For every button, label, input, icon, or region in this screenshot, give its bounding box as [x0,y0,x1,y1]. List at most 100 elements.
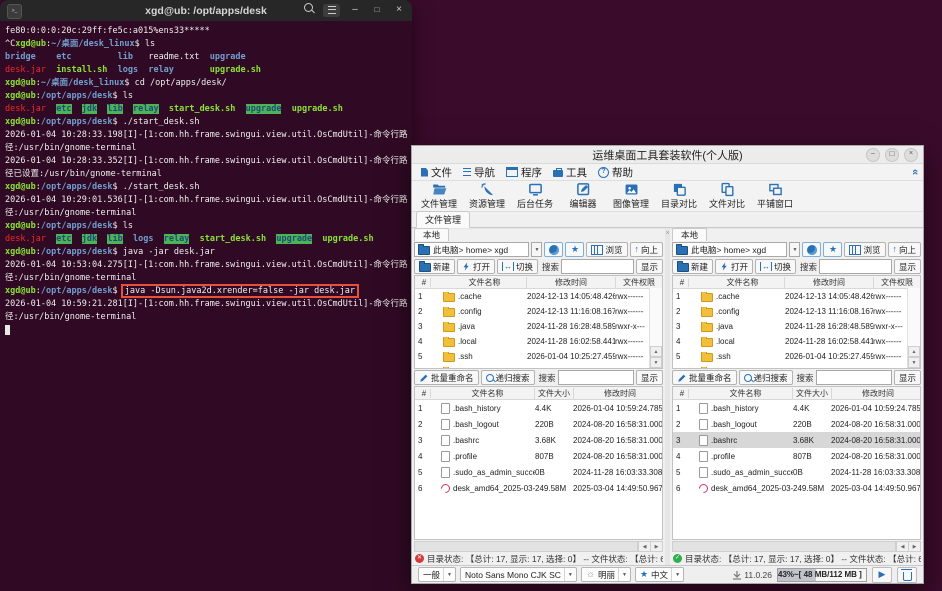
new-button[interactable]: 新建 [672,259,714,274]
favorites-button[interactable] [823,242,843,257]
table-row[interactable]: 2 .bash_logout 220B 2024-08-20 16:58:31.000… [415,416,662,432]
memory-usage-bar[interactable]: 43%~[ 48 MB/112 MB ] [777,567,867,582]
menu-file[interactable]: 文件 [417,165,459,180]
table-row[interactable]: 5 .ssh 2026-01-04 10:25:27.459 rwx------ [415,349,662,364]
toolbar-dir-compare[interactable]: 目录对比 [655,182,703,210]
terminal-search-icon[interactable] [301,3,315,17]
table-row[interactable]: 2 .bash_logout 220B 2024-08-20 16:58:31.000… [673,416,920,432]
run-gc-button[interactable] [872,566,892,583]
batch-rename-button[interactable]: 批量重命名 [414,370,479,385]
table-row[interactable]: 1 .bash_history 4.4K 2026-01-04 10:59:24.78… [673,400,920,416]
file-search-input[interactable] [815,370,892,385]
table-row[interactable]: 5 .ssh 2026-01-04 10:25:27.459 rwx------ [673,349,920,364]
open-button[interactable]: 打开 [457,259,496,274]
show-button[interactable]: 显示 [894,370,922,385]
column-header[interactable]: 文件名称 [431,387,535,399]
toggle-button[interactable]: 切换 [497,259,539,274]
terminal-minimize-button[interactable] [348,3,362,17]
show-button[interactable]: 显示 [636,259,664,274]
favorites-button[interactable] [565,242,585,257]
theme-select[interactable]: 明丽 [580,567,631,582]
table-row[interactable]: 3 .java 2024-11-28 16:28:48.589 rwxr-x--- [415,319,662,334]
file-search-input[interactable] [557,370,634,385]
recursive-search-button[interactable]: 递归搜索 [480,370,535,385]
scroll-down-icon[interactable] [650,357,663,368]
show-button[interactable]: 显示 [894,259,922,274]
tab-local-right[interactable]: 本地 [672,228,708,241]
path-breadcrumb[interactable]: 此电脑> home> xgd [672,242,788,257]
font-select[interactable]: Noto Sans Mono CJK SC [459,567,577,582]
column-header[interactable]: 文件权限 [874,276,921,288]
toolbar-file-compare[interactable]: 文件对比 [703,182,751,210]
batch-rename-button[interactable]: 批量重命名 [672,370,737,385]
search-input[interactable] [819,259,892,274]
horizontal-scrollbar[interactable] [672,541,922,552]
column-header[interactable]: 文件权限 [616,276,663,288]
refresh-button[interactable] [802,242,822,257]
refresh-button[interactable] [544,242,564,257]
browse-button[interactable]: 浏览 [844,242,886,257]
menu-programs[interactable]: 程序 [502,165,549,180]
toggle-button[interactable]: 切换 [755,259,797,274]
column-header[interactable]: 文件大小 [793,387,832,399]
table-row[interactable]: 3 .java 2024-11-28 16:28:48.589 rwxr-x--- [673,319,920,334]
table-row[interactable]: 6desk_amd64_2025-03-04.deb249.58M2025-03… [673,480,920,496]
table-row[interactable]: 2 .config 2024-12-13 11:16:08.167 rwx------ [673,304,920,319]
menu-tools[interactable]: 工具 [549,165,594,180]
toolbar-editor[interactable]: 编辑器 [559,182,607,210]
table-row[interactable]: 4 .local 2024-11-28 16:02:58.441 rwx------ [673,334,920,349]
app-maximize-button[interactable] [885,148,899,162]
table-row[interactable]: 2 .config 2024-12-13 11:16:08.167 rwx------ [415,304,662,319]
column-header[interactable]: # [673,388,689,398]
scroll-right-icon[interactable] [908,542,921,551]
path-breadcrumb[interactable]: 此电脑> home> xgd [414,242,530,257]
table-row[interactable]: 4.profile807B2024-08-20 16:58:31.000rw-r… [673,448,920,464]
table-row[interactable]: 1 .cache 2024-12-13 14:05:48.426 rwx------ [415,289,662,304]
terminal-close-button[interactable] [392,3,406,17]
scroll-up-icon[interactable] [908,346,921,357]
table-row[interactable]: 1 .cache 2024-12-13 14:05:48.426 rwx------ [673,289,920,304]
table-row[interactable]: 4.profile807B2024-08-20 16:58:31.000rw-r… [415,448,662,464]
table-row[interactable]: 3.bashrc3.68K2024-08-20 16:58:31.000rw-r… [673,432,921,448]
trash-button[interactable] [897,566,917,583]
vertical-scrollbar[interactable] [649,288,663,368]
scroll-left-icon[interactable] [638,542,651,551]
column-header[interactable]: 修改时间 [785,276,874,288]
terminal-menu-button[interactable] [323,3,340,17]
scroll-right-icon[interactable] [650,542,663,551]
table-row[interactable]: 1 .bash_history 4.4K 2026-01-04 10:59:24.78… [415,400,662,416]
app-titlebar[interactable]: 运维桌面工具套装软件(个人版) [412,146,923,164]
table-row[interactable]: 3.bashrc3.68K2024-08-20 16:58:31.000rw-r… [415,432,662,448]
search-input[interactable] [561,259,634,274]
profile-select[interactable]: 一般 [418,567,456,582]
path-dropdown-arrow[interactable] [531,242,543,257]
toolbar-file-manager[interactable]: 文件管理 [415,182,463,210]
scroll-up-icon[interactable] [650,346,663,357]
column-header[interactable]: 文件名称 [689,276,785,288]
column-header[interactable]: 修改时间 [574,388,662,399]
table-row[interactable]: 6desk_amd64_2025-03-04.deb249.58M2025-03… [415,480,662,496]
column-header[interactable]: # [415,388,431,398]
toolbar-tile-windows[interactable]: 平铺窗口 [751,182,799,210]
column-header[interactable]: # [673,277,689,287]
toolbar-background-tasks[interactable]: 后台任务 [511,182,559,210]
scrollbar-thumb[interactable] [673,542,897,551]
table-row[interactable]: 4 .local 2024-11-28 16:02:58.441 rwx------ [415,334,662,349]
column-header[interactable]: 修改时间 [527,276,616,288]
up-button[interactable]: 向上 [887,242,922,257]
scrollbar-thumb[interactable] [415,542,639,551]
show-button[interactable]: 显示 [636,370,664,385]
tab-file-manager[interactable]: 文件管理 [416,211,471,228]
recursive-search-button[interactable]: 递归搜索 [738,370,793,385]
column-header[interactable]: 文件大小 [535,387,574,399]
vertical-scrollbar[interactable] [907,288,921,368]
open-button[interactable]: 打开 [715,259,754,274]
menu-help[interactable]: 帮助 [594,165,640,180]
terminal-maximize-button[interactable] [370,3,384,17]
scroll-left-icon[interactable] [896,542,909,551]
table-row[interactable]: 5.sudo_as_admin_successful0B2024-11-28 1… [673,464,920,480]
path-dropdown-arrow[interactable] [789,242,801,257]
app-minimize-button[interactable] [866,148,880,162]
app-close-button[interactable] [904,148,918,162]
scroll-down-icon[interactable] [908,357,921,368]
